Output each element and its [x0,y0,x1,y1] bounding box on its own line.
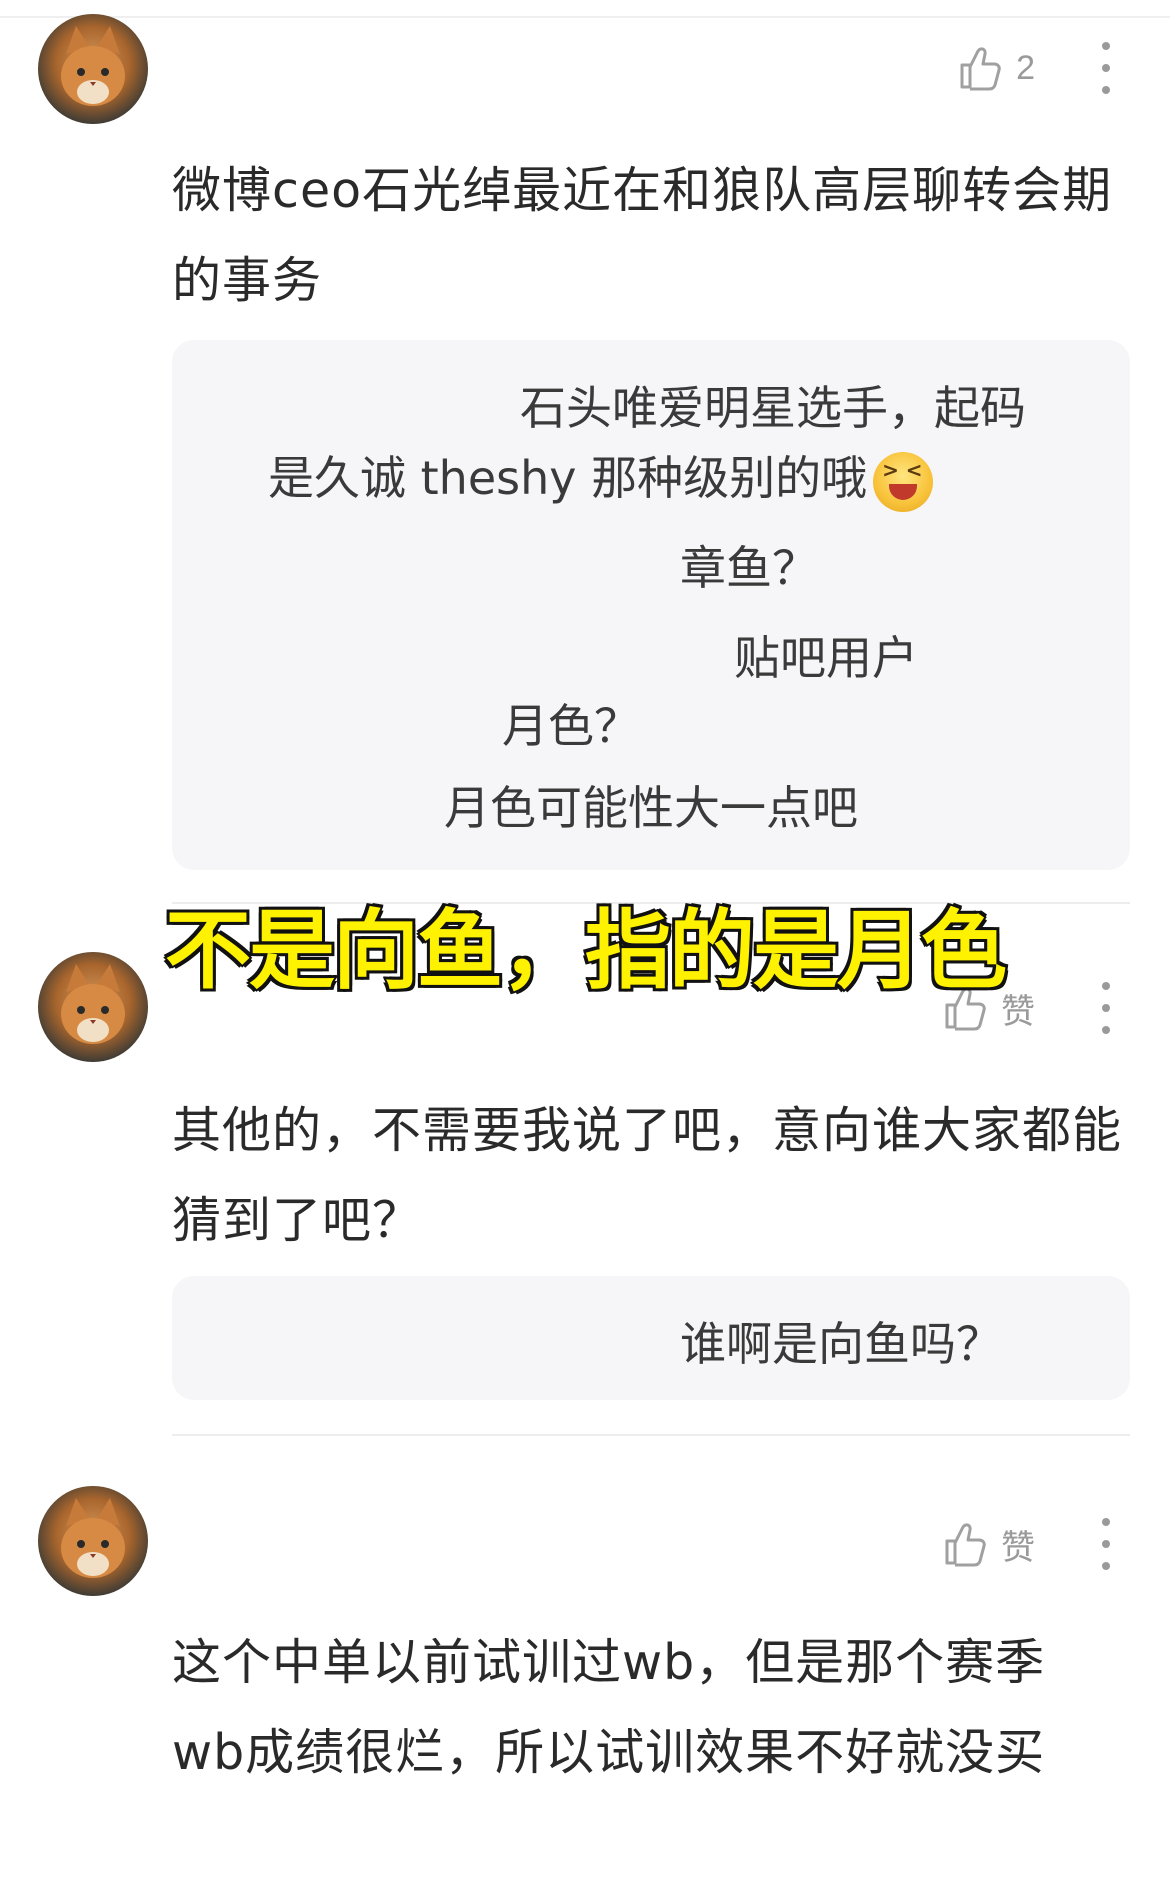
more-options-button[interactable] [1100,1518,1112,1570]
more-vertical-icon [1102,42,1110,50]
avatar[interactable] [38,952,148,1062]
replies-panel[interactable]: 石头唯爱明星选手，起码 是久诚 theshy 那种级别的哦 章鱼？ 贴吧用户 月… [172,340,1130,870]
like-count: 2 [1016,48,1035,87]
thumbs-up-icon [945,1523,986,1567]
reply-text-content: 是久诚 theshy 那种级别的哦 [268,451,868,505]
reply-text: 月色？ [502,699,640,753]
comment-text: 这个中单以前试训过wb，但是那个赛季wb成绩很烂，所以试训效果不好就没买 [172,1634,1046,1781]
comment-divider [172,1434,1130,1436]
more-vertical-icon [1102,1518,1110,1526]
reply-text: 月色可能性大一点吧 [444,781,858,835]
avatar[interactable] [38,14,148,124]
cat-avatar-icon [61,1498,125,1578]
reply-text: 贴吧用户 [734,631,918,685]
like-button[interactable]: 赞 [943,1518,1035,1570]
more-vertical-icon [1102,982,1110,990]
like-button[interactable]: 2 [958,42,1035,94]
reply-text: 石头唯爱明星选手，起码 [520,381,1026,435]
comment-text: 微博ceo石光绰最近在和狼队高层聊转会期的事务 [172,162,1113,309]
top-divider [0,16,1170,18]
thumbs-up-icon [960,47,1001,91]
reply-text: 是久诚 theshy 那种级别的哦 [268,442,934,512]
overlay-caption: 不是向鱼，指的是月色 [163,899,1009,1003]
replies-panel[interactable]: 谁啊是向鱼吗？ [172,1276,1130,1400]
cat-avatar-icon [61,26,125,106]
avatar[interactable] [38,1486,148,1596]
more-options-button[interactable] [1100,982,1112,1034]
like-label: 赞 [1001,992,1035,1031]
like-label: 赞 [1001,1528,1035,1567]
laughing-emoji-icon [873,451,934,512]
more-options-button[interactable] [1100,42,1112,94]
reply-text: 谁啊是向鱼吗？ [680,1317,1002,1371]
cat-avatar-icon [61,964,125,1044]
reply-text: 章鱼？ [680,541,818,595]
comment-text: 其他的，不需要我说了吧，意向谁大家都能猜到了吧？ [172,1102,1123,1249]
